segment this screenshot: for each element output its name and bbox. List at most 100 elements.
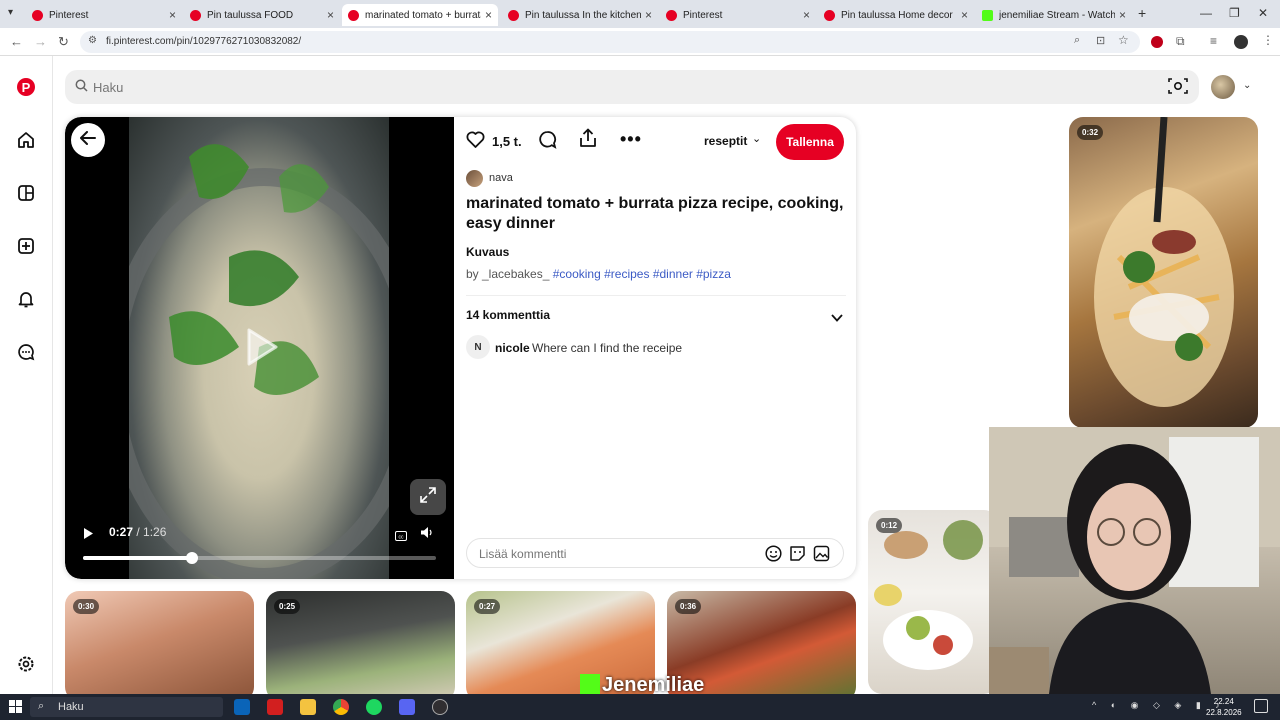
browser-tab[interactable]: Pin taulussa Home decor × (818, 4, 974, 26)
tab-title: Pinterest (49, 9, 89, 21)
heart-icon[interactable] (466, 131, 485, 153)
play-overlay-icon[interactable] (245, 327, 279, 372)
back-button[interactable] (71, 123, 105, 157)
hashtag-link[interactable]: #recipes (604, 267, 649, 281)
related-pin[interactable]: 0:32 (1069, 117, 1258, 428)
notifications-icon[interactable] (1254, 699, 1268, 713)
tab-close-icon[interactable]: × (327, 8, 334, 22)
comment-avatar[interactable]: N (466, 335, 490, 359)
browser-tab[interactable]: Pin taulussa FOOD × (184, 4, 340, 26)
more-options-icon[interactable]: ••• (620, 129, 642, 150)
tab-close-icon[interactable]: × (485, 8, 492, 22)
browser-menu-icon[interactable]: ⋮ (1262, 33, 1274, 47)
video-time: 0:27 / 1:26 (109, 525, 167, 539)
zoom-icon[interactable]: ⌕ (1074, 34, 1080, 47)
tab-close-icon[interactable]: × (169, 8, 176, 22)
comment-author[interactable]: nicole (495, 341, 530, 355)
related-pin[interactable]: 0:25 (266, 591, 455, 701)
taskbar-search[interactable]: ⌕ Haku (30, 697, 223, 717)
media-controls-icon[interactable]: ≡ (1210, 34, 1217, 48)
comment-icon[interactable] (538, 130, 557, 154)
obs-icon[interactable] (432, 699, 448, 715)
address-bar[interactable]: ⚙ fi.pinterest.com/pin/10297762710308320… (80, 31, 1140, 53)
extensions-puzzle-icon[interactable]: ⧉ (1176, 34, 1185, 49)
spotify-icon[interactable] (366, 699, 382, 715)
search-input[interactable]: Haku (65, 70, 1199, 104)
board-chevron-down-icon[interactable]: ⌄ (752, 132, 761, 145)
clock-time: 22.24 (1213, 697, 1234, 706)
create-icon[interactable] (15, 235, 37, 257)
clock-date: 22.8.2026 (1206, 708, 1242, 717)
bookmark-star-icon[interactable]: ☆ (1118, 33, 1129, 47)
discord-icon[interactable] (399, 699, 415, 715)
notifications-bell-icon[interactable] (15, 288, 37, 310)
emoji-icon[interactable] (765, 545, 782, 567)
pinterest-logo-icon[interactable]: P (15, 76, 37, 98)
tab-close-icon[interactable]: × (961, 8, 968, 22)
save-button[interactable]: Tallenna (776, 124, 844, 160)
creator-avatar[interactable] (466, 170, 483, 187)
browser-tab[interactable]: Pinterest × (26, 4, 182, 26)
volume-icon[interactable] (420, 526, 434, 544)
install-icon[interactable]: ⊡ (1096, 34, 1105, 47)
reload-icon[interactable]: ↻ (58, 34, 69, 50)
extension-red-icon[interactable] (1151, 36, 1163, 48)
sticker-icon[interactable] (789, 545, 806, 567)
file-explorer-icon[interactable] (300, 699, 316, 715)
l-app-icon[interactable] (267, 699, 283, 715)
user-avatar[interactable] (1211, 75, 1235, 99)
profile-avatar[interactable] (1234, 35, 1248, 49)
related-pin[interactable]: 0:12 (868, 510, 998, 694)
hashtag-link[interactable]: #dinner (653, 267, 693, 281)
captions-icon[interactable]: cc (395, 528, 407, 546)
minimize-icon[interactable]: — (1200, 6, 1212, 20)
taskbar-search-icon: ⌕ (38, 700, 45, 712)
pinterest-favicon-icon (32, 9, 43, 21)
browser-tab[interactable]: Pin taulussa In the kitchen × (502, 4, 658, 26)
video-progress-bar[interactable] (83, 552, 436, 564)
tab-close-icon[interactable]: × (645, 8, 652, 22)
related-pin[interactable]: 0:30 (65, 591, 254, 701)
share-icon[interactable] (579, 128, 597, 153)
add-comment-input[interactable]: Lisää kommentti (466, 538, 844, 568)
home-icon[interactable] (15, 129, 37, 151)
image-upload-icon[interactable] (813, 545, 830, 567)
creator-name[interactable]: nava (489, 172, 513, 184)
arrow-left-icon (80, 130, 96, 150)
tab-close-icon[interactable]: × (803, 8, 810, 22)
tab-close-icon[interactable]: × (1119, 8, 1126, 22)
restore-icon[interactable]: ❐ (1229, 6, 1240, 20)
new-tab-button[interactable]: + (1138, 5, 1146, 21)
taskbar-clock[interactable]: 22.24 22.8.2026 (1206, 696, 1242, 718)
browser-tab-active[interactable]: marinated tomato + burrata pi × (342, 4, 498, 26)
tab-title: marinated tomato + burrata pi (365, 9, 481, 21)
video-player[interactable]: 0:27 / 1:26 cc (65, 117, 454, 579)
hashtag-link[interactable]: #cooking (553, 267, 601, 281)
windows-start-icon[interactable] (9, 700, 22, 718)
browser-tab[interactable]: jenemiliae Stream - Watch Live × (976, 4, 1132, 26)
site-info-icon[interactable]: ⚙ (88, 35, 97, 46)
board-selector[interactable]: reseptit (704, 134, 747, 148)
messages-icon[interactable] (15, 341, 37, 363)
settings-gear-icon[interactable] (15, 653, 37, 675)
expand-button[interactable] (410, 479, 446, 515)
visual-search-camera-icon[interactable] (1168, 77, 1188, 100)
window-close-icon[interactable]: ✕ (1258, 6, 1268, 20)
comments-chevron-down-icon[interactable] (831, 309, 843, 327)
outlook-icon[interactable] (234, 699, 250, 715)
webcam-overlay (989, 427, 1280, 694)
back-icon[interactable]: ← (10, 34, 23, 49)
tab-list-dropdown-icon[interactable]: ▾ (8, 7, 13, 18)
video-duration-badge: 0:27 (474, 599, 501, 614)
play-icon[interactable] (83, 527, 94, 545)
browser-tab[interactable]: Pinterest × (660, 4, 816, 26)
windows-taskbar: ⌕ Haku ^ ◐ ◉ ◇ ◈ ▮ ♪ 22.24 22.8.2026 (0, 694, 1280, 720)
forward-icon[interactable]: → (34, 34, 47, 49)
account-chevron-down-icon[interactable]: ⌄ (1243, 80, 1251, 91)
chrome-icon[interactable] (333, 699, 349, 715)
explore-icon[interactable] (15, 182, 37, 204)
comments-count[interactable]: 14 kommenttia (466, 308, 550, 322)
hashtag-link[interactable]: #pizza (696, 267, 731, 281)
pinterest-favicon-icon (666, 9, 677, 21)
pinterest-favicon-icon (508, 9, 519, 21)
